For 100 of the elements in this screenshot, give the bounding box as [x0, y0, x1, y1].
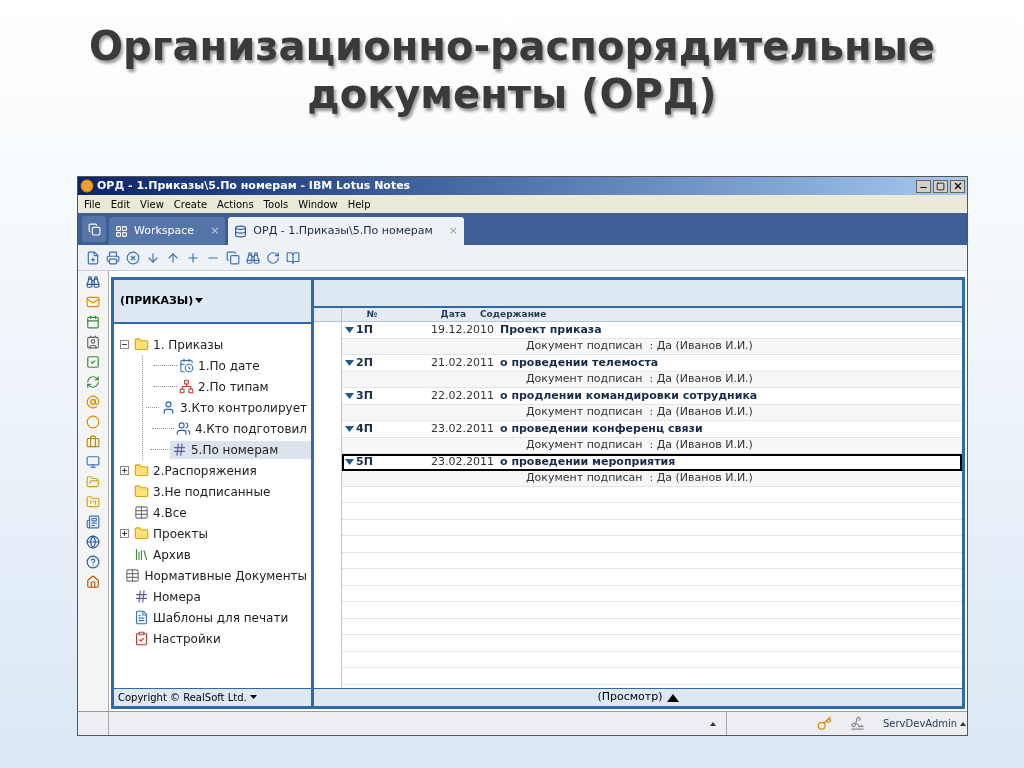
refresh-icon[interactable] [86, 375, 100, 389]
document-row[interactable]: 5П 23.02.2011 о проведении мероприятия [342, 454, 962, 471]
copy-icon[interactable] [226, 250, 240, 265]
expand-triangle-icon[interactable] [345, 425, 354, 432]
tree-item[interactable]: Номера [132, 587, 205, 606]
document-row[interactable]: 3П 22.02.2011 о продлении командировки сотрудника [342, 388, 962, 405]
column-header[interactable]: Дата [402, 308, 466, 321]
new-document-icon[interactable] [86, 250, 100, 265]
menu-item[interactable]: Help [347, 196, 371, 212]
column-header[interactable]: № [342, 308, 402, 321]
tree-item[interactable]: 4.Все [132, 503, 191, 522]
close-circle-icon[interactable] [126, 250, 140, 265]
document-date: 21.02.2011 [430, 354, 494, 371]
binoculars-icon[interactable] [86, 275, 100, 289]
minimize-button[interactable] [916, 179, 931, 193]
tree-item[interactable]: 2.Распоряжения [132, 461, 261, 480]
close-button[interactable] [950, 179, 965, 193]
tab-label: Workspace [134, 222, 195, 239]
hash-icon [134, 589, 149, 604]
menu-item[interactable]: Window [298, 196, 338, 212]
tree-item[interactable]: Проекты [132, 524, 213, 543]
document-date: 22.02.2011 [430, 387, 494, 404]
circle-icon[interactable] [86, 415, 100, 429]
triangle-up-icon[interactable] [710, 721, 716, 726]
mail-icon[interactable] [86, 295, 100, 309]
expand-toggle[interactable] [119, 529, 129, 538]
refresh-icon[interactable] [266, 250, 280, 265]
table-icon [134, 505, 149, 520]
tree-item[interactable]: Шаблоны для печати [132, 608, 293, 627]
document-status: Документ подписан : Да (Иванов И.И.) [526, 470, 753, 486]
tab[interactable]: Workspace × [109, 217, 226, 245]
expand-triangle-icon[interactable] [345, 359, 354, 366]
calendar-icon[interactable] [86, 315, 100, 329]
table-icon [125, 568, 141, 583]
menu-item[interactable]: Edit [110, 196, 131, 212]
maximize-button[interactable] [933, 179, 948, 193]
tree-item[interactable]: 4.Кто подготовил [173, 419, 311, 438]
document-row[interactable]: 1П 19.12.2010 Проект приказа [342, 322, 962, 339]
contact-icon[interactable] [86, 335, 100, 349]
books-icon [134, 547, 149, 562]
document-status: Документ подписан : Да (Иванов И.И.) [526, 437, 753, 453]
book-icon[interactable] [286, 250, 300, 265]
checklist-icon [134, 631, 149, 646]
menu-item[interactable]: Tools [263, 196, 289, 212]
print-icon[interactable] [106, 250, 120, 265]
user-menu-button[interactable]: ServDevAdmin [883, 716, 967, 731]
maximize-icon [936, 181, 945, 191]
monitor-icon[interactable] [86, 455, 100, 469]
plus-icon [120, 530, 128, 537]
at-sign-icon[interactable] [86, 395, 100, 409]
tree-item[interactable]: 1.По дате [177, 356, 264, 375]
menu-item[interactable]: File [84, 196, 101, 212]
binoculars-icon[interactable] [246, 250, 260, 265]
expand-toggle[interactable] [119, 466, 129, 475]
tree-item[interactable]: 1. Приказы [132, 335, 228, 354]
globe-icon[interactable] [86, 535, 100, 549]
tab[interactable]: ОРД - 1.Приказы\5.По номерам × [228, 217, 464, 245]
help-icon[interactable] [86, 555, 100, 569]
document-date: 23.02.2011 [430, 454, 494, 470]
caret-icon [195, 298, 204, 304]
expand-triangle-icon[interactable] [345, 392, 354, 399]
windows-icon [87, 222, 101, 236]
preview-toggle-button[interactable]: (Просмотр) [597, 689, 679, 706]
document-row[interactable]: 4П 23.02.2011 о проведении конференц связи [342, 421, 962, 438]
tree-item[interactable]: 3.Кто контролирует [158, 398, 311, 417]
checkbox-icon[interactable] [86, 355, 100, 369]
document-title: о проведении мероприятия [500, 454, 676, 470]
collapse-toggle[interactable] [119, 340, 129, 349]
expand-triangle-icon[interactable] [345, 326, 354, 333]
menu-item[interactable]: View [140, 196, 164, 212]
tree-item[interactable]: Настройки [132, 629, 225, 648]
slide-title: Организационно-распорядительные [89, 22, 935, 70]
newspaper-icon[interactable] [86, 515, 100, 529]
signature-icon[interactable] [850, 716, 865, 731]
document-number: 4П [355, 420, 374, 437]
document-title: о проведении телемоста [500, 354, 659, 371]
column-header[interactable]: Содержание [480, 308, 547, 321]
app-logo-icon [80, 179, 94, 193]
navigator-menu-button[interactable]: (ПРИКАЗЫ) [120, 292, 204, 310]
document-date: 23.02.2011 [430, 420, 494, 437]
briefcase-icon[interactable] [86, 435, 100, 449]
document-icon [134, 610, 149, 625]
tree-item[interactable]: 2.По типам [177, 377, 273, 396]
tree-item[interactable]: Архив [132, 545, 195, 564]
tree-item[interactable]: Нормативные Документы [123, 566, 311, 585]
tab-list-button[interactable] [82, 216, 106, 242]
hash-icon [171, 442, 187, 457]
key-icon[interactable] [817, 716, 832, 731]
document-row[interactable]: 2П 21.02.2011 о проведении телемоста [342, 355, 962, 372]
document-number: 5П [355, 454, 374, 470]
home-icon[interactable] [86, 575, 100, 589]
tab-label: ОРД - 1.Приказы\5.По номерам [253, 222, 433, 239]
database-icon [234, 224, 248, 238]
document-number: 3П [355, 387, 374, 404]
tree-item[interactable]: 3.Не подписанные [132, 482, 275, 501]
menu-item[interactable]: Actions [217, 196, 254, 212]
tree-item[interactable]: 5.По номерам [169, 440, 311, 459]
expand-triangle-icon[interactable] [345, 459, 354, 466]
menu-item[interactable]: Create [173, 196, 208, 212]
document-title: Проект приказа [500, 321, 602, 338]
